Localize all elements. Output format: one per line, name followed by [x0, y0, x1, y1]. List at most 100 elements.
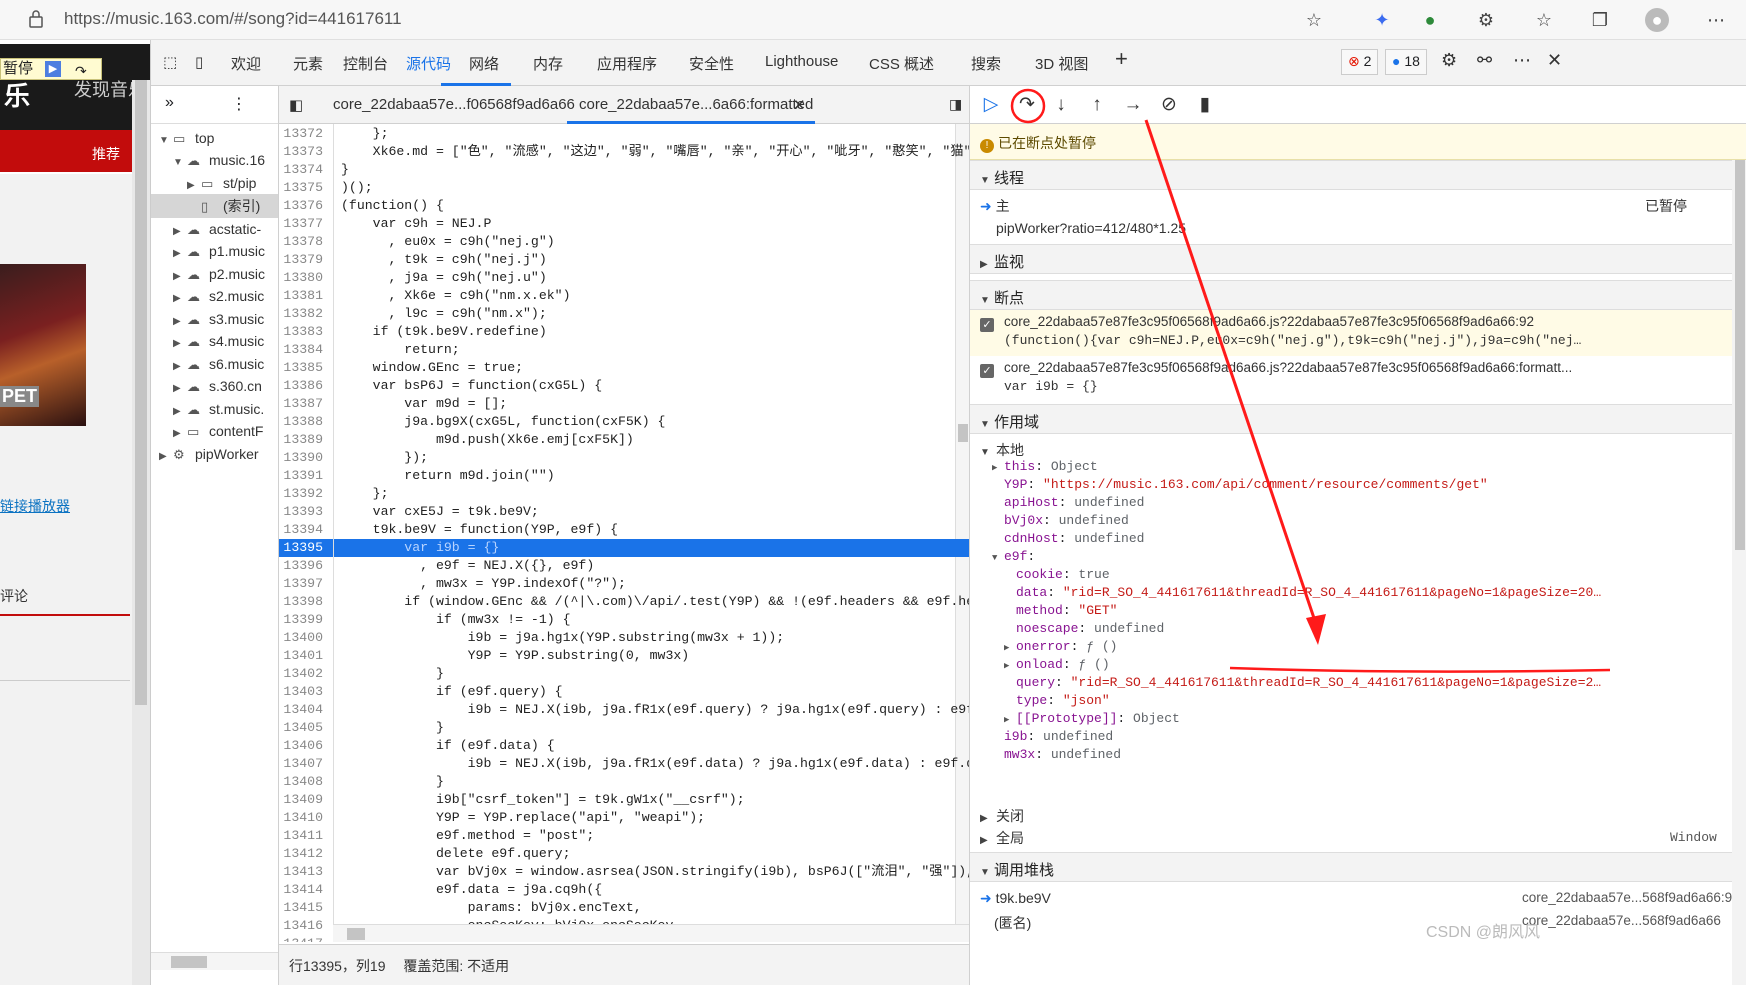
- scope-variable[interactable]: type: "json": [1004, 692, 1110, 710]
- tree-item[interactable]: ▶ ☁ p2.music: [173, 262, 265, 286]
- tree-item[interactable]: ▶ ☁ acstatic-: [173, 217, 261, 241]
- thread-main[interactable]: ➜ 主: [980, 196, 1746, 216]
- code-line[interactable]: 13396 , e9f = NEJ.X({}, e9f): [279, 557, 969, 575]
- connect-icon[interactable]: ⚯: [1477, 50, 1492, 71]
- line-number[interactable]: 13372: [279, 125, 323, 143]
- line-number[interactable]: 13374: [279, 161, 323, 179]
- code-line[interactable]: 13390 });: [279, 449, 969, 467]
- scope-variable[interactable]: i9b: undefined: [992, 728, 1113, 746]
- line-number[interactable]: 13394: [279, 521, 323, 539]
- code-line[interactable]: 13405 }: [279, 719, 969, 737]
- scope-variable[interactable]: data: "rid=R_SO_4_441617611&threadId=R_S…: [1004, 584, 1601, 602]
- code-line[interactable]: 13395 var i9b = {}: [279, 539, 969, 557]
- line-number[interactable]: 13402: [279, 665, 323, 683]
- tree-item[interactable]: ▶ ☁ s.360.cn: [173, 374, 262, 398]
- code-line[interactable]: 13401 Y9P = Y9P.substring(0, mw3x): [279, 647, 969, 665]
- inspect-icon[interactable]: ⬚: [163, 53, 177, 71]
- tree-item-selected[interactable]: ▯ (索引): [151, 194, 278, 218]
- code-line[interactable]: 13391 return m9d.join(""): [279, 467, 969, 485]
- code-line[interactable]: 13376 (function() {: [279, 197, 969, 215]
- line-number[interactable]: 13410: [279, 809, 323, 827]
- close-devtools-icon[interactable]: ✕: [1547, 50, 1562, 71]
- tree-item[interactable]: ▶ ▭ st/pip: [187, 171, 256, 195]
- code-line[interactable]: 13385 window.GEnc = true;: [279, 359, 969, 377]
- code-line[interactable]: 13407 i9b = NEJ.X(i9b, j9a.fR1x(e9f.data…: [279, 755, 969, 773]
- code-line[interactable]: 13415 params: bVj0x.encText,: [279, 899, 969, 917]
- line-number[interactable]: 13413: [279, 863, 323, 881]
- code-line[interactable]: 13400 i9b = j9a.hg1x(Y9P.substring(mw3x …: [279, 629, 969, 647]
- code-line[interactable]: 13414 e9f.data = j9a.cq9h({: [279, 881, 969, 899]
- file-tab-active[interactable]: core_22dabaa57e...6a66:formatted: [579, 96, 813, 113]
- line-number[interactable]: 13381: [279, 287, 323, 305]
- scope-variable[interactable]: Y9P: "https://music.163.com/api/comment/…: [992, 476, 1488, 494]
- avatar[interactable]: ●: [1645, 8, 1669, 32]
- tab-security[interactable]: 安全性: [689, 53, 734, 74]
- code-line[interactable]: 13399 if (mw3x != -1) {: [279, 611, 969, 629]
- code-line[interactable]: 13384 return;: [279, 341, 969, 359]
- line-number[interactable]: 13382: [279, 305, 323, 323]
- tree-item[interactable]: ▶ ☁ s6.music: [173, 352, 264, 376]
- line-number[interactable]: 13396: [279, 557, 323, 575]
- line-number[interactable]: 13414: [279, 881, 323, 899]
- line-number[interactable]: 13405: [279, 719, 323, 737]
- breakpoint-checkbox[interactable]: ✓: [980, 364, 994, 378]
- code-line[interactable]: 13410 Y9P = Y9P.replace("api", "weapi");: [279, 809, 969, 827]
- code-line[interactable]: 13377 var c9h = NEJ.P: [279, 215, 969, 233]
- section-breakpoints[interactable]: ▼ 断点: [970, 280, 1746, 310]
- tree-item[interactable]: ▼ ☁ music.16: [173, 148, 265, 172]
- scope-variable[interactable]: query: "rid=R_SO_4_441617611&threadId=R_…: [1004, 674, 1601, 692]
- pause-on-exceptions-icon[interactable]: ▮: [1192, 92, 1218, 118]
- code-line[interactable]: 13387 var m9d = [];: [279, 395, 969, 413]
- line-number[interactable]: 13373: [279, 143, 323, 161]
- code-line[interactable]: 13373 Xk6e.md = ["色", "流感", "这边", "弱", "…: [279, 143, 969, 161]
- line-number[interactable]: 13401: [279, 647, 323, 665]
- tab-3d-view[interactable]: 3D 视图: [1035, 53, 1088, 74]
- code-line[interactable]: 13398 if (window.GEnc && /(^|\.com)\/api…: [279, 593, 969, 611]
- code-line[interactable]: 13389 m9d.push(Xk6e.emj[cxF5K]): [279, 431, 969, 449]
- code-line[interactable]: 13374}: [279, 161, 969, 179]
- expand-icon[interactable]: ▶: [992, 459, 1004, 477]
- navigator-menu-icon[interactable]: ⋮: [231, 94, 247, 114]
- line-number[interactable]: 13392: [279, 485, 323, 503]
- toggle-debugger-icon[interactable]: ◨: [949, 96, 962, 113]
- collapse-icon[interactable]: ▼: [992, 549, 1004, 567]
- toggle-navigator-icon[interactable]: ◧: [289, 96, 303, 114]
- scope-variable[interactable]: apiHost: undefined: [992, 494, 1144, 512]
- line-number[interactable]: 13400: [279, 629, 323, 647]
- line-number[interactable]: 13388: [279, 413, 323, 431]
- scope-variable[interactable]: ▶ [[Prototype]]: Object: [1004, 710, 1180, 729]
- tab-elements[interactable]: 元素: [293, 53, 323, 74]
- scope-variable[interactable]: ▶ this: Object: [992, 458, 1098, 477]
- scope-global[interactable]: ▶ 全局: [980, 828, 1746, 848]
- code-line[interactable]: 13409 i9b["csrf_token"] = t9k.gW1x("__cs…: [279, 791, 969, 809]
- code-line[interactable]: 13394 t9k.be9V = function(Y9P, e9f) {: [279, 521, 969, 539]
- deactivate-breakpoints-icon[interactable]: ⊘: [1156, 92, 1182, 118]
- expand-icon[interactable]: ▶: [1004, 639, 1016, 657]
- tree-item[interactable]: ▶ ☁ p1.music: [173, 239, 265, 263]
- tree-item[interactable]: ▶ ☁ s2.music: [173, 284, 264, 308]
- collections-icon[interactable]: ❐: [1588, 8, 1612, 32]
- line-number[interactable]: 13390: [279, 449, 323, 467]
- code-line[interactable]: 13406 if (e9f.data) {: [279, 737, 969, 755]
- code-line[interactable]: 13381 , Xk6e = c9h("nm.x.ek"): [279, 287, 969, 305]
- code-line[interactable]: 13378 , eu0x = c9h("nej.g"): [279, 233, 969, 251]
- scope-variable[interactable]: cookie: true: [1004, 566, 1110, 584]
- tab-welcome[interactable]: 欢迎: [231, 53, 261, 74]
- code-line[interactable]: 13403 if (e9f.query) {: [279, 683, 969, 701]
- line-number[interactable]: 13389: [279, 431, 323, 449]
- line-number[interactable]: 13408: [279, 773, 323, 791]
- code-line[interactable]: 13412 delete e9f.query;: [279, 845, 969, 863]
- expand-icon[interactable]: ▶: [1004, 711, 1016, 729]
- code-line[interactable]: 13375)();: [279, 179, 969, 197]
- more-options-icon[interactable]: ⋯: [1513, 50, 1531, 71]
- step-icon[interactable]: →: [1120, 92, 1146, 118]
- line-number[interactable]: 13393: [279, 503, 323, 521]
- page-scrollbar[interactable]: [132, 80, 150, 985]
- step-over-icon[interactable]: ↷: [75, 61, 97, 79]
- step-into-icon[interactable]: ↓: [1048, 92, 1074, 118]
- tab-memory[interactable]: 内存: [533, 53, 563, 74]
- code-line[interactable]: 13372 };: [279, 125, 969, 143]
- expand-icon[interactable]: ▶: [1004, 657, 1016, 675]
- line-number[interactable]: 13403: [279, 683, 323, 701]
- resume-icon[interactable]: ▷: [978, 92, 1004, 118]
